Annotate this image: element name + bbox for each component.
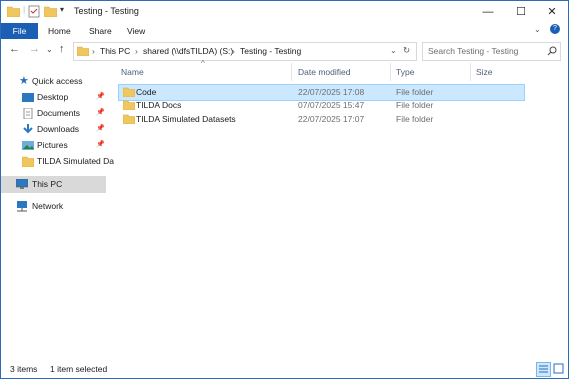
documents-icon xyxy=(23,108,33,119)
navigation-bar: ← → ⌄ ↑ › This PC › shared (\\dfsTILDA) … xyxy=(1,39,568,63)
table-row[interactable]: TILDA Docs 07/07/2025 15:47 File folder xyxy=(119,98,524,113)
navigation-pane: ★ Quick access Desktop 📌 Documents 📌 Dow… xyxy=(1,65,114,359)
tab-file[interactable]: File xyxy=(1,23,38,39)
computer-icon xyxy=(16,179,28,189)
window-title: Testing - Testing xyxy=(74,6,139,16)
column-divider[interactable] xyxy=(470,63,471,81)
folder-icon xyxy=(77,46,89,56)
refresh-icon[interactable]: ↻ xyxy=(403,45,410,56)
status-bar: 3 items 1 item selected xyxy=(1,359,568,378)
large-icons-view-icon[interactable] xyxy=(552,362,565,375)
search-box[interactable]: Search Testing - Testing xyxy=(422,42,561,61)
details-view-icon[interactable] xyxy=(536,362,551,377)
sidebar-label: This PC xyxy=(32,179,63,189)
column-divider[interactable] xyxy=(390,63,391,81)
column-header-type[interactable]: Type xyxy=(396,67,414,77)
item-count: 3 items xyxy=(10,364,38,374)
sidebar-label: Desktop xyxy=(37,92,69,102)
column-divider[interactable] xyxy=(291,63,292,81)
sidebar-item-downloads[interactable]: Downloads 📌 xyxy=(1,122,106,138)
folder-icon xyxy=(123,100,135,110)
up-icon[interactable]: ↑ xyxy=(59,43,65,55)
tab-view[interactable]: View xyxy=(127,23,145,39)
properties-icon[interactable] xyxy=(28,5,40,18)
sidebar-label: Quick access xyxy=(32,76,83,86)
sidebar-label: TILDA Simulated Da xyxy=(37,156,115,166)
title-divider: | xyxy=(23,4,26,14)
selection-count: 1 item selected xyxy=(50,364,108,374)
explorer-window: | ▾ Testing - Testing — ☐ ✕ File Home Sh… xyxy=(0,0,569,379)
breadcrumb-separator: › xyxy=(135,46,138,56)
pin-icon[interactable]: 📌 xyxy=(96,124,105,132)
file-date: 22/07/2025 17:08 xyxy=(298,87,365,97)
help-icon[interactable]: ? xyxy=(550,24,560,34)
sidebar-item-quick-access[interactable]: ★ Quick access xyxy=(1,74,106,90)
desktop-icon xyxy=(22,93,34,102)
column-header-date[interactable]: Date modified xyxy=(298,67,350,77)
expand-ribbon-icon[interactable]: ⌄ xyxy=(534,25,541,34)
maximize-button[interactable]: ☐ xyxy=(506,1,536,23)
network-icon xyxy=(17,201,27,212)
file-name: Code xyxy=(136,87,157,97)
sidebar-item-pictures[interactable]: Pictures 📌 xyxy=(1,138,106,154)
title-bar: | ▾ Testing - Testing — ☐ ✕ xyxy=(1,1,568,23)
pictures-icon xyxy=(22,141,34,150)
file-date: 22/07/2025 17:07 xyxy=(298,114,365,124)
customize-toolbar-icon[interactable]: ▾ xyxy=(60,5,64,14)
back-icon[interactable]: ← xyxy=(9,43,20,55)
column-header-name[interactable]: Name xyxy=(121,67,144,77)
sidebar-item-documents[interactable]: Documents 📌 xyxy=(1,106,106,122)
pin-icon[interactable]: 📌 xyxy=(96,140,105,148)
sidebar-item-this-pc[interactable]: This PC xyxy=(1,176,106,193)
address-dropdown-icon[interactable]: ⌄ xyxy=(390,46,397,55)
file-name: TILDA Simulated Datasets xyxy=(136,114,236,124)
folder-icon xyxy=(123,114,135,124)
sidebar-label: Documents xyxy=(37,108,80,118)
breadcrumb-current[interactable]: Testing - Testing xyxy=(240,46,301,56)
search-icon[interactable] xyxy=(547,46,557,56)
forward-icon[interactable]: → xyxy=(29,43,40,55)
star-icon: ★ xyxy=(19,75,29,87)
breadcrumb-shared-drive[interactable]: shared (\\dfsTILDA) (S:) xyxy=(143,46,233,56)
minimize-button[interactable]: — xyxy=(473,1,503,23)
pin-icon[interactable]: 📌 xyxy=(96,92,105,100)
sidebar-label: Network xyxy=(32,201,64,211)
file-list: ^ Name Date modified Type Size Code 22/0… xyxy=(115,59,568,359)
search-placeholder: Search Testing - Testing xyxy=(428,46,519,56)
new-folder-icon[interactable] xyxy=(44,5,57,17)
folder-icon xyxy=(7,6,20,17)
pin-icon[interactable]: 📌 xyxy=(96,108,105,116)
table-row[interactable]: TILDA Simulated Datasets 22/07/2025 17:0… xyxy=(119,112,524,127)
file-date: 07/07/2025 15:47 xyxy=(298,100,365,110)
ribbon-tabs: File Home Share View ⌄ ? xyxy=(1,23,568,40)
file-type: File folder xyxy=(396,114,434,124)
breadcrumb-separator: › xyxy=(232,46,235,56)
downloads-icon xyxy=(23,124,33,134)
column-header-size[interactable]: Size xyxy=(476,67,493,77)
address-bar[interactable]: › This PC › shared (\\dfsTILDA) (S:) › T… xyxy=(73,42,417,61)
file-type: File folder xyxy=(396,100,434,110)
recent-locations-icon[interactable]: ⌄ xyxy=(46,45,53,54)
sidebar-item-desktop[interactable]: Desktop 📌 xyxy=(1,90,106,106)
sidebar-item-network[interactable]: Network xyxy=(1,199,106,215)
tab-share[interactable]: Share xyxy=(89,23,112,39)
sidebar-item-tilda-simulated[interactable]: TILDA Simulated Da xyxy=(1,154,114,170)
tab-home[interactable]: Home xyxy=(48,23,71,39)
folder-icon xyxy=(123,87,135,97)
file-name: TILDA Docs xyxy=(136,100,182,110)
sort-arrow-icon: ^ xyxy=(201,59,205,68)
sidebar-label: Pictures xyxy=(37,140,68,150)
close-button[interactable]: ✕ xyxy=(537,1,567,23)
sidebar-label: Downloads xyxy=(37,124,80,134)
file-type: File folder xyxy=(396,87,434,97)
breadcrumb-this-pc[interactable]: This PC xyxy=(100,46,130,56)
breadcrumb-separator: › xyxy=(92,46,95,56)
folder-icon xyxy=(22,156,34,167)
